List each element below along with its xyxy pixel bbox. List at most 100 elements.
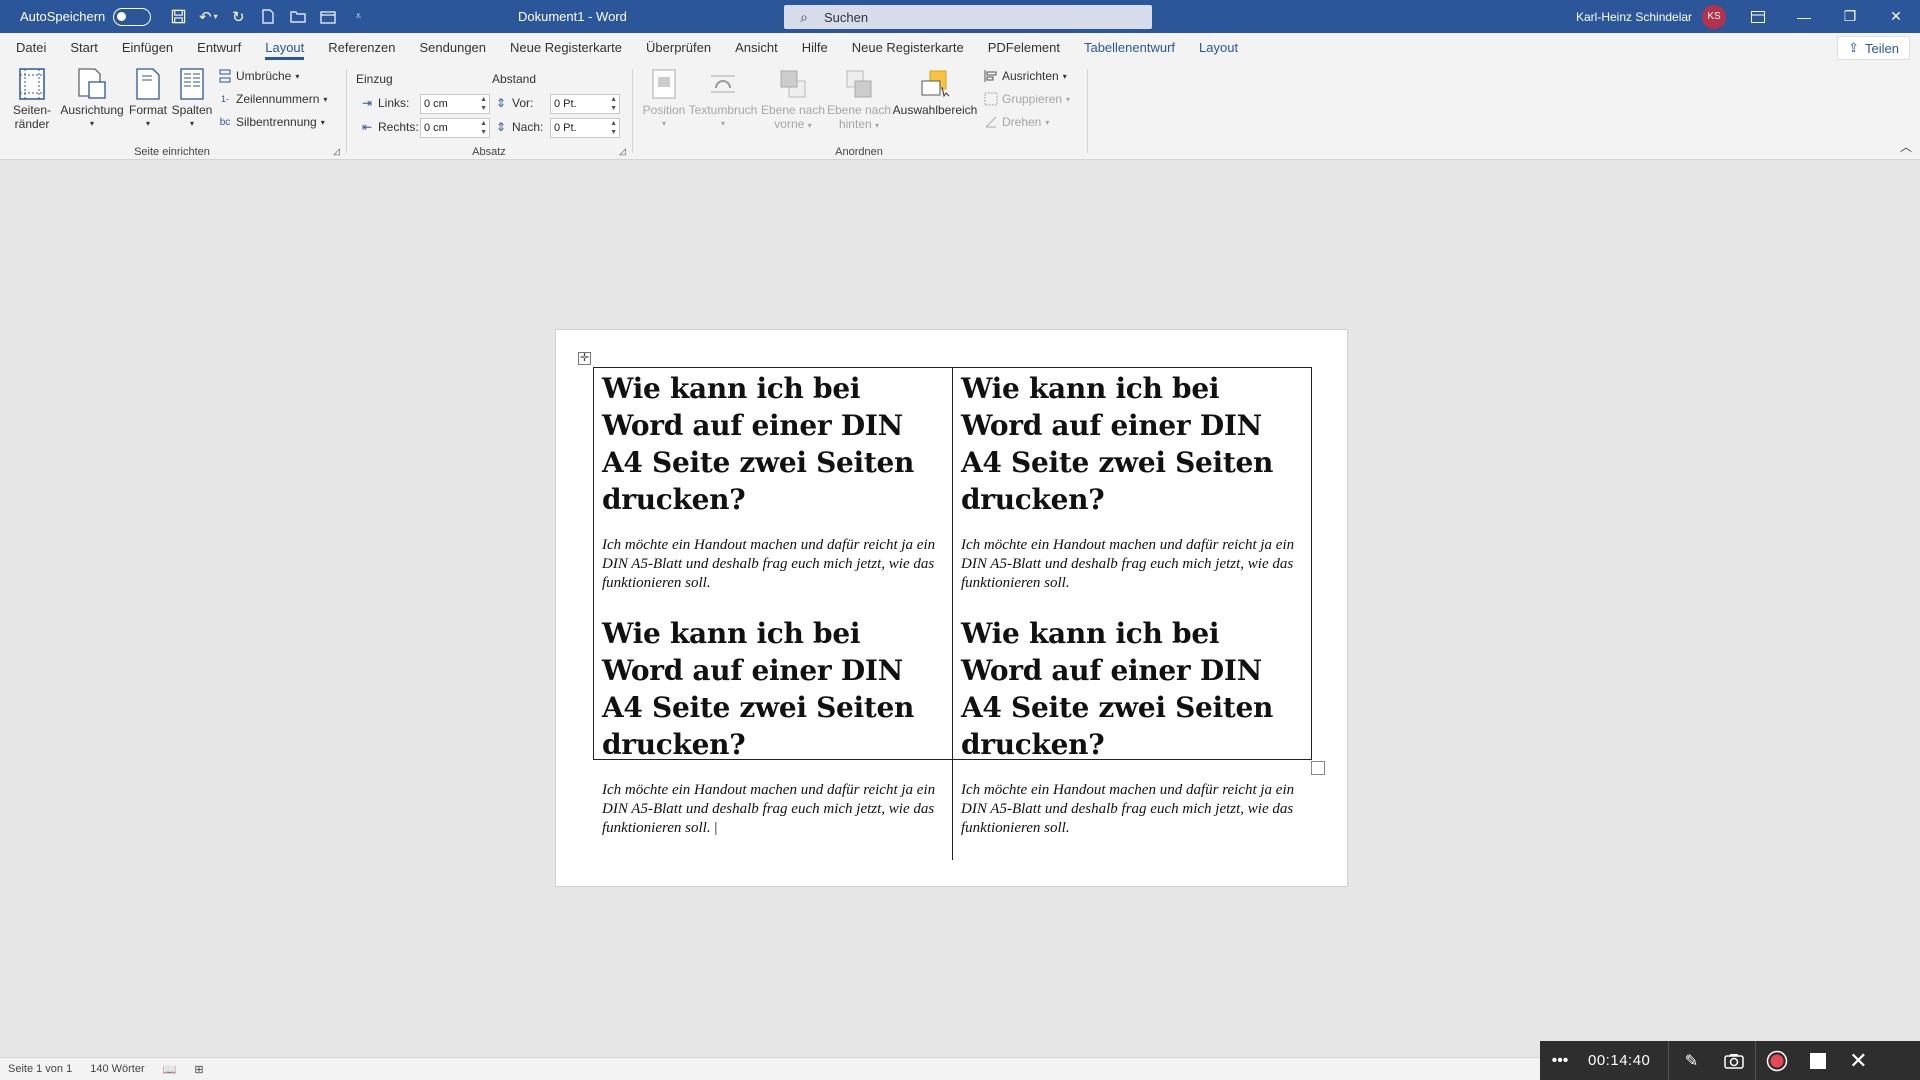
undo-icon[interactable]: ↶ ▾ xyxy=(193,0,223,33)
hyphenation-chevron-icon: ▾ xyxy=(320,117,325,127)
customize-qat-icon[interactable]: ⩡ xyxy=(343,0,373,33)
minimize-icon[interactable]: — xyxy=(1781,0,1827,33)
spacing-after-input[interactable]: 0 Pt. ▲ ▼ xyxy=(550,118,620,138)
document-table[interactable]: Wie kann ich bei Word auf einer DIN A4 S… xyxy=(593,367,1312,860)
wrap-text-button[interactable]: Textumbruch ▾ xyxy=(684,67,762,131)
proofing-icon[interactable]: 📖 xyxy=(163,1063,177,1076)
bring-forward-button[interactable]: Ebene nach vorne ▾ xyxy=(760,67,826,133)
pen-icon[interactable]: ✎ xyxy=(1669,1041,1713,1080)
tab-ansicht[interactable]: Ansicht xyxy=(723,33,790,63)
tab-datei[interactable]: Datei xyxy=(4,33,58,63)
table-resize-handle[interactable] xyxy=(1311,761,1325,775)
tab-ueberpruefen[interactable]: Überprüfen xyxy=(634,33,723,63)
tab-einfuegen[interactable]: Einfügen xyxy=(110,33,185,63)
avatar[interactable]: KS xyxy=(1702,4,1727,29)
spacing-before-input[interactable]: 0 Pt. ▲ ▼ xyxy=(550,94,620,114)
spacing-after-icon: ⇕ xyxy=(495,120,507,134)
tab-tabellenentwurf[interactable]: Tabellenentwurf xyxy=(1072,33,1187,63)
indent-left-input[interactable]: 0 cm ▲ ▼ xyxy=(420,94,490,114)
tab-layout[interactable]: Layout xyxy=(253,33,316,63)
record-icon[interactable] xyxy=(1756,1041,1798,1080)
dialog-launcher-icon[interactable]: ◿ xyxy=(619,146,626,157)
position-icon xyxy=(648,67,680,101)
search-icon: ⌕ xyxy=(800,8,808,25)
spacing-after-label-wrap: ⇕ Nach: xyxy=(494,120,543,134)
tab-start[interactable]: Start xyxy=(58,33,109,63)
spinner-icon[interactable]: ▲ ▼ xyxy=(480,119,487,137)
ribbon-display-options-icon[interactable] xyxy=(1735,0,1781,33)
spinner-icon[interactable]: ▲ ▼ xyxy=(610,119,617,137)
tab-sendungen[interactable]: Sendungen xyxy=(408,33,499,63)
tab-pdfelement[interactable]: PDFelement xyxy=(976,33,1072,63)
line-numbers-chevron-icon: ▾ xyxy=(323,94,328,104)
tab-neue-registerkarte-1[interactable]: Neue Registerkarte xyxy=(498,33,634,63)
send-backward-label-1: Ebene nach xyxy=(826,103,892,117)
accessibility-icon[interactable]: ⊞ xyxy=(194,1063,203,1076)
restore-icon[interactable]: ❐ xyxy=(1827,0,1873,33)
breaks-button[interactable]: Umbrüche ▾ xyxy=(218,69,299,83)
autosave-label: AutoSpeichern xyxy=(20,9,106,24)
line-numbers-button[interactable]: 1‑ Zeilennummern ▾ xyxy=(218,92,327,106)
rotate-icon xyxy=(984,115,998,129)
open-folder-icon[interactable] xyxy=(283,0,313,33)
redo-icon[interactable]: ↻ xyxy=(223,0,253,33)
hyphenation-button[interactable]: bc Silbentrennung ▾ xyxy=(218,115,325,129)
close-icon[interactable]: ✕ xyxy=(1873,0,1919,33)
table-cell[interactable]: Wie kann ich bei Word auf einer DIN A4 S… xyxy=(953,368,1312,860)
group-objects-button[interactable]: Gruppieren ▾ xyxy=(984,92,1070,106)
selection-pane-button[interactable]: Auswahlbereich xyxy=(892,67,978,117)
wrap-text-chevron-icon: ▾ xyxy=(720,119,725,128)
orientation-label: Ausrichtung xyxy=(60,103,124,117)
margins-button[interactable]: Seiten- ränder xyxy=(8,67,56,131)
format-label: Format xyxy=(128,103,167,117)
tab-referenzen[interactable]: Referenzen xyxy=(316,33,407,63)
new-document-icon[interactable] xyxy=(253,0,283,33)
group-label-anordnen: Anordnen xyxy=(835,146,883,158)
dialog-launcher-icon[interactable]: ◿ xyxy=(333,146,340,157)
table-cell[interactable]: Wie kann ich bei Word auf einer DIN A4 S… xyxy=(594,368,953,860)
position-label: Position xyxy=(642,103,686,117)
spacing-before-label: Vor: xyxy=(512,96,534,110)
spinner-icon[interactable]: ▲ ▼ xyxy=(610,95,617,113)
search-box[interactable]: ⌕ Suchen xyxy=(784,5,1152,29)
tab-entwurf[interactable]: Entwurf xyxy=(185,33,253,63)
tab-hilfe[interactable]: Hilfe xyxy=(790,33,840,63)
margins-icon xyxy=(16,67,48,101)
bring-forward-icon xyxy=(777,67,809,101)
position-button[interactable]: Position ▾ xyxy=(638,67,690,131)
word-count[interactable]: 140 Wörter xyxy=(90,1063,144,1075)
page-count[interactable]: Seite 1 von 1 xyxy=(8,1063,72,1075)
tab-table-layout[interactable]: Layout xyxy=(1187,33,1250,63)
indent-right-input[interactable]: 0 cm ▲ ▼ xyxy=(420,118,490,138)
more-options-icon[interactable]: ••• xyxy=(1540,1041,1580,1080)
table-move-handle-icon[interactable]: ✛ xyxy=(578,352,591,365)
save-icon[interactable] xyxy=(163,0,193,33)
text-cursor: | xyxy=(714,820,718,836)
columns-button[interactable]: Spalten ▾ xyxy=(170,67,214,131)
spacing-after-value: 0 Pt. xyxy=(554,122,577,134)
share-button[interactable]: ⇪ Teilen xyxy=(1837,36,1910,60)
page-size-icon xyxy=(132,67,164,101)
browse-icon[interactable] xyxy=(313,0,343,33)
collapse-ribbon-icon[interactable]: ︿ xyxy=(1900,138,1912,155)
stop-icon[interactable] xyxy=(1798,1041,1838,1080)
user-account[interactable]: Karl-Heinz Schindelar KS xyxy=(1576,0,1727,33)
document-page[interactable]: ✛ Wie kann ich bei Word auf einer DIN A4… xyxy=(555,329,1348,887)
close-recorder-icon[interactable]: ✕ xyxy=(1838,1041,1878,1080)
heading: Wie kann ich bei Word auf einer DIN A4 S… xyxy=(602,617,915,761)
autosave-toggle[interactable] xyxy=(113,7,152,26)
ribbon: Seiten- ränder Ausrichtung ▾ Format ▾ Sp… xyxy=(0,63,1920,160)
spinner-icon[interactable]: ▲ ▼ xyxy=(480,95,487,113)
columns-label: Spalten xyxy=(171,103,213,117)
format-button[interactable]: Format ▾ xyxy=(126,67,170,131)
rotate-button[interactable]: Drehen ▾ xyxy=(984,115,1049,129)
send-backward-button[interactable]: Ebene nach hinten ▾ xyxy=(826,67,892,133)
rotate-chevron-icon: ▾ xyxy=(1045,117,1050,127)
camera-icon[interactable] xyxy=(1713,1041,1755,1080)
orientation-button[interactable]: Ausrichtung ▾ xyxy=(58,67,126,131)
align-button[interactable]: Ausrichten ▾ xyxy=(984,69,1067,83)
tab-neue-registerkarte-2[interactable]: Neue Registerkarte xyxy=(840,33,976,63)
breaks-icon xyxy=(218,69,232,83)
wrap-text-icon xyxy=(707,67,739,101)
line-numbers-icon: 1‑ xyxy=(220,94,229,104)
